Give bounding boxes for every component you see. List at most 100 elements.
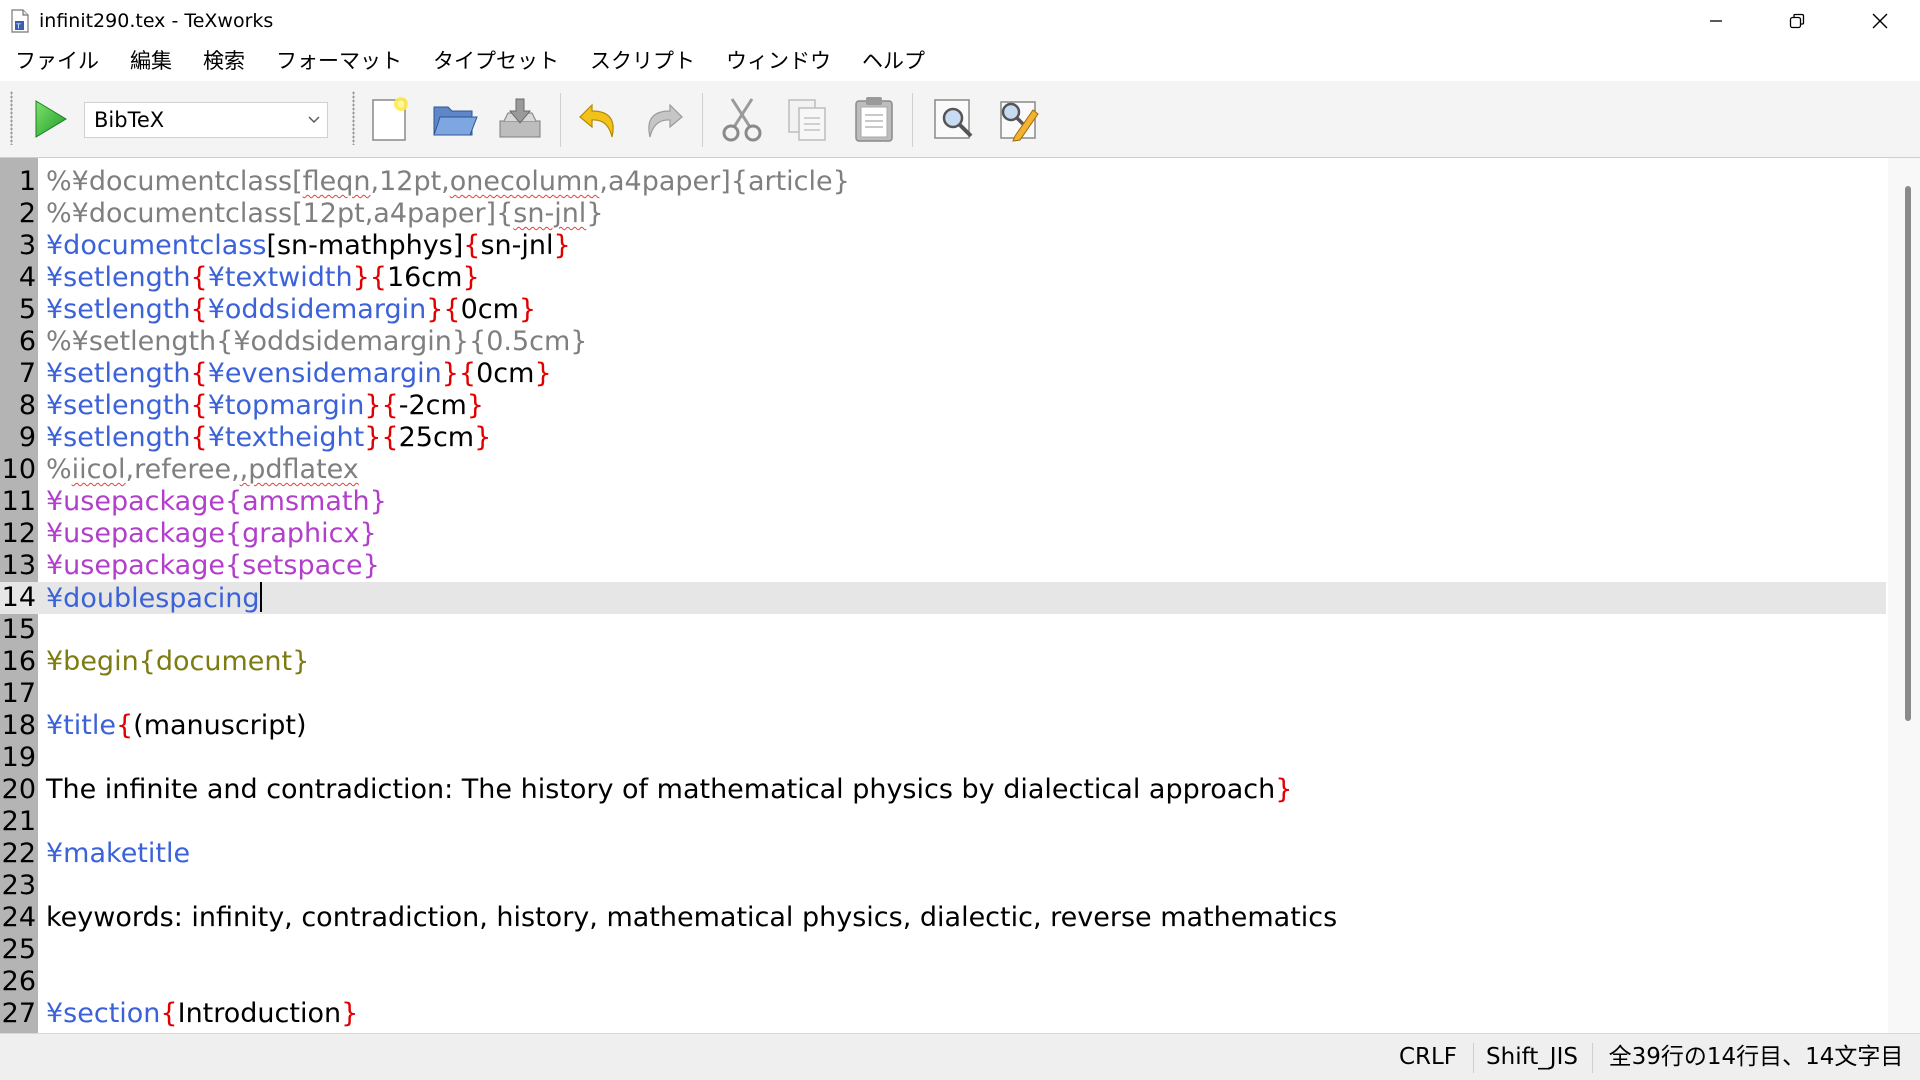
line-text[interactable]: %¥documentclass[12pt,a4paper]{sn-jnl} xyxy=(46,198,604,230)
code-line[interactable]: 18 ¥title{(manuscript) xyxy=(0,710,1888,742)
open-button[interactable] xyxy=(428,93,480,145)
new-button[interactable] xyxy=(362,93,414,145)
line-text[interactable]: ¥usepackage{amsmath} xyxy=(46,486,387,518)
typeset-button[interactable] xyxy=(24,93,76,145)
redo-icon xyxy=(648,103,683,138)
code-token: ,12pt, xyxy=(370,166,450,197)
menu-window[interactable]: ウィンドウ xyxy=(711,41,847,81)
line-text[interactable]: ¥doublespacing xyxy=(46,582,262,615)
code-line[interactable]: 7 ¥setlength{¥evensidemargin}{0cm} xyxy=(0,358,1888,390)
code-line[interactable]: 2 %¥documentclass[12pt,a4paper]{sn-jnl} xyxy=(0,198,1888,230)
menu-typeset[interactable]: タイプセット xyxy=(418,41,575,81)
line-text[interactable]: ¥usepackage{setspace} xyxy=(46,550,380,582)
line-text[interactable]: ¥maketitle xyxy=(46,838,190,870)
typeset-engine-select[interactable]: BibTeX xyxy=(84,102,328,138)
minimize-button[interactable] xyxy=(1676,0,1756,41)
code-line[interactable]: 27 ¥section{Introduction} xyxy=(0,998,1888,1030)
code-line[interactable]: 15 xyxy=(0,614,1888,646)
line-number: 10 xyxy=(1,454,36,485)
line-text[interactable]: %¥setlength{¥oddsidemargin}{0.5cm} xyxy=(46,326,587,358)
line-ending-indicator[interactable]: CRLF xyxy=(1388,1034,1468,1080)
line-text[interactable]: %¥documentclass[fleqn,12pt,onecolumn,a4p… xyxy=(46,166,850,198)
menu-scripts[interactable]: スクリプト xyxy=(575,41,711,81)
code-token: ¥setlength xyxy=(46,294,191,325)
code-line[interactable]: 20 The infinite and contradiction: The hi… xyxy=(0,774,1888,806)
code-token: ¥oddsidemargin xyxy=(207,294,427,325)
line-text[interactable]: ¥usepackage{graphicx} xyxy=(46,518,377,550)
line-number: 7 xyxy=(18,358,36,389)
code-token: %¥documentclass[ xyxy=(46,166,303,197)
line-text[interactable]: ¥setlength{¥evensidemargin}{0cm} xyxy=(46,358,552,390)
line-text[interactable]: %iicol,referee,,pdflatex xyxy=(46,454,359,486)
code-line[interactable]: 9 ¥setlength{¥textheight}{25cm} xyxy=(0,422,1888,454)
code-line[interactable]: 12 ¥usepackage{graphicx} xyxy=(0,518,1888,550)
code-line[interactable]: 3 ¥documentclass[sn-mathphys]{sn-jnl} xyxy=(0,230,1888,262)
line-text[interactable]: ¥setlength{¥textheight}{25cm} xyxy=(46,422,491,454)
code-token: [sn-mathphys] xyxy=(266,230,464,261)
vertical-scrollbar-thumb[interactable] xyxy=(1905,186,1911,721)
vertical-scrollbar[interactable] xyxy=(1888,158,1920,1033)
code-line[interactable]: 19 xyxy=(0,742,1888,774)
title-bar: T infinit290.tex - TeXworks xyxy=(0,0,1920,41)
line-text[interactable]: keywords: infinity, contradiction, histo… xyxy=(46,902,1337,934)
code-line[interactable]: 8 ¥setlength{¥topmargin}{-2cm} xyxy=(0,390,1888,422)
code-line[interactable]: 5 ¥setlength{¥oddsidemargin}{0cm} xyxy=(0,294,1888,326)
code-token: } xyxy=(462,262,480,293)
redo-button[interactable] xyxy=(638,93,690,145)
line-text[interactable]: ¥setlength{¥oddsidemargin}{0cm} xyxy=(46,294,536,326)
undo-button[interactable] xyxy=(572,93,624,145)
find-button[interactable] xyxy=(928,93,980,145)
code-line[interactable]: 14 ¥doublespacing xyxy=(0,582,1886,614)
code-line[interactable]: 16 ¥begin{document} xyxy=(0,646,1888,678)
line-text[interactable]: ¥section{Introduction} xyxy=(46,998,358,1030)
line-number: 11 xyxy=(1,486,36,517)
menu-edit[interactable]: 編集 xyxy=(115,41,188,81)
code-token: ¥usepackage{setspace} xyxy=(46,550,380,581)
paste-button[interactable] xyxy=(848,93,900,145)
line-text[interactable]: ¥documentclass[sn-mathphys]{sn-jnl} xyxy=(46,230,571,262)
line-text[interactable]: ¥setlength{¥textwidth}{16cm} xyxy=(46,262,480,294)
code-line[interactable]: 4 ¥setlength{¥textwidth}{16cm} xyxy=(0,262,1888,294)
code-line[interactable]: 24 keywords: infinity, contradiction, his… xyxy=(0,902,1888,934)
line-text[interactable]: The infinite and contradiction: The hist… xyxy=(46,774,1292,806)
code-token: ¥usepackage{graphicx} xyxy=(46,518,377,549)
code-line[interactable]: 21 xyxy=(0,806,1888,838)
code-token: keywords: infinity, contradiction, histo… xyxy=(46,902,1338,933)
line-text[interactable]: ¥begin{document} xyxy=(46,646,309,678)
encoding-indicator[interactable]: Shift_JIS xyxy=(1478,1034,1586,1080)
code-line[interactable]: 23 xyxy=(0,870,1888,902)
code-line[interactable]: 6 %¥setlength{¥oddsidemargin}{0.5cm} xyxy=(0,326,1888,358)
code-token: } xyxy=(341,998,359,1029)
code-token: { xyxy=(190,422,208,453)
restore-button[interactable] xyxy=(1757,0,1837,41)
cut-button[interactable] xyxy=(716,93,768,145)
code-line[interactable]: 10 %iicol,referee,,pdflatex xyxy=(0,454,1888,486)
cursor-position-indicator: 全39行の14行目、14文字目 xyxy=(1608,1044,1904,1070)
line-text[interactable]: ¥setlength{¥topmargin}{-2cm} xyxy=(46,390,484,422)
line-text[interactable]: ¥title{(manuscript) xyxy=(46,710,307,742)
menu-search[interactable]: 検索 xyxy=(188,41,261,81)
code-line[interactable]: 11 ¥usepackage{amsmath} xyxy=(0,486,1888,518)
toolbar-grip[interactable] xyxy=(352,91,355,145)
code-token: sn-jnl xyxy=(480,230,554,261)
close-button[interactable] xyxy=(1840,0,1920,41)
line-number: 26 xyxy=(1,966,36,997)
editor-area[interactable]: 1 %¥documentclass[fleqn,12pt,onecolumn,a4… xyxy=(0,158,1920,1033)
menu-help[interactable]: ヘルプ xyxy=(847,41,941,81)
code-token: { xyxy=(190,358,208,389)
code-line[interactable]: 22 ¥maketitle xyxy=(0,838,1888,870)
code-line[interactable]: 1 %¥documentclass[fleqn,12pt,onecolumn,a4… xyxy=(0,166,1888,198)
save-button[interactable] xyxy=(494,93,546,145)
copy-button[interactable] xyxy=(782,93,834,145)
window-title: infinit290.tex - TeXworks xyxy=(39,9,274,32)
code-text[interactable]: 1 %¥documentclass[fleqn,12pt,onecolumn,a4… xyxy=(0,166,1888,1030)
replace-button[interactable] xyxy=(992,93,1044,145)
code-line[interactable]: 26 xyxy=(0,966,1888,998)
code-line[interactable]: 13 ¥usepackage{setspace} xyxy=(0,550,1888,582)
menu-file[interactable]: ファイル xyxy=(0,41,115,81)
code-token: ,referee, xyxy=(125,454,240,485)
code-line[interactable]: 17 xyxy=(0,678,1888,710)
menu-format[interactable]: フォーマット xyxy=(261,41,418,81)
code-line[interactable]: 25 xyxy=(0,934,1888,966)
toolbar-grip[interactable] xyxy=(10,91,13,145)
